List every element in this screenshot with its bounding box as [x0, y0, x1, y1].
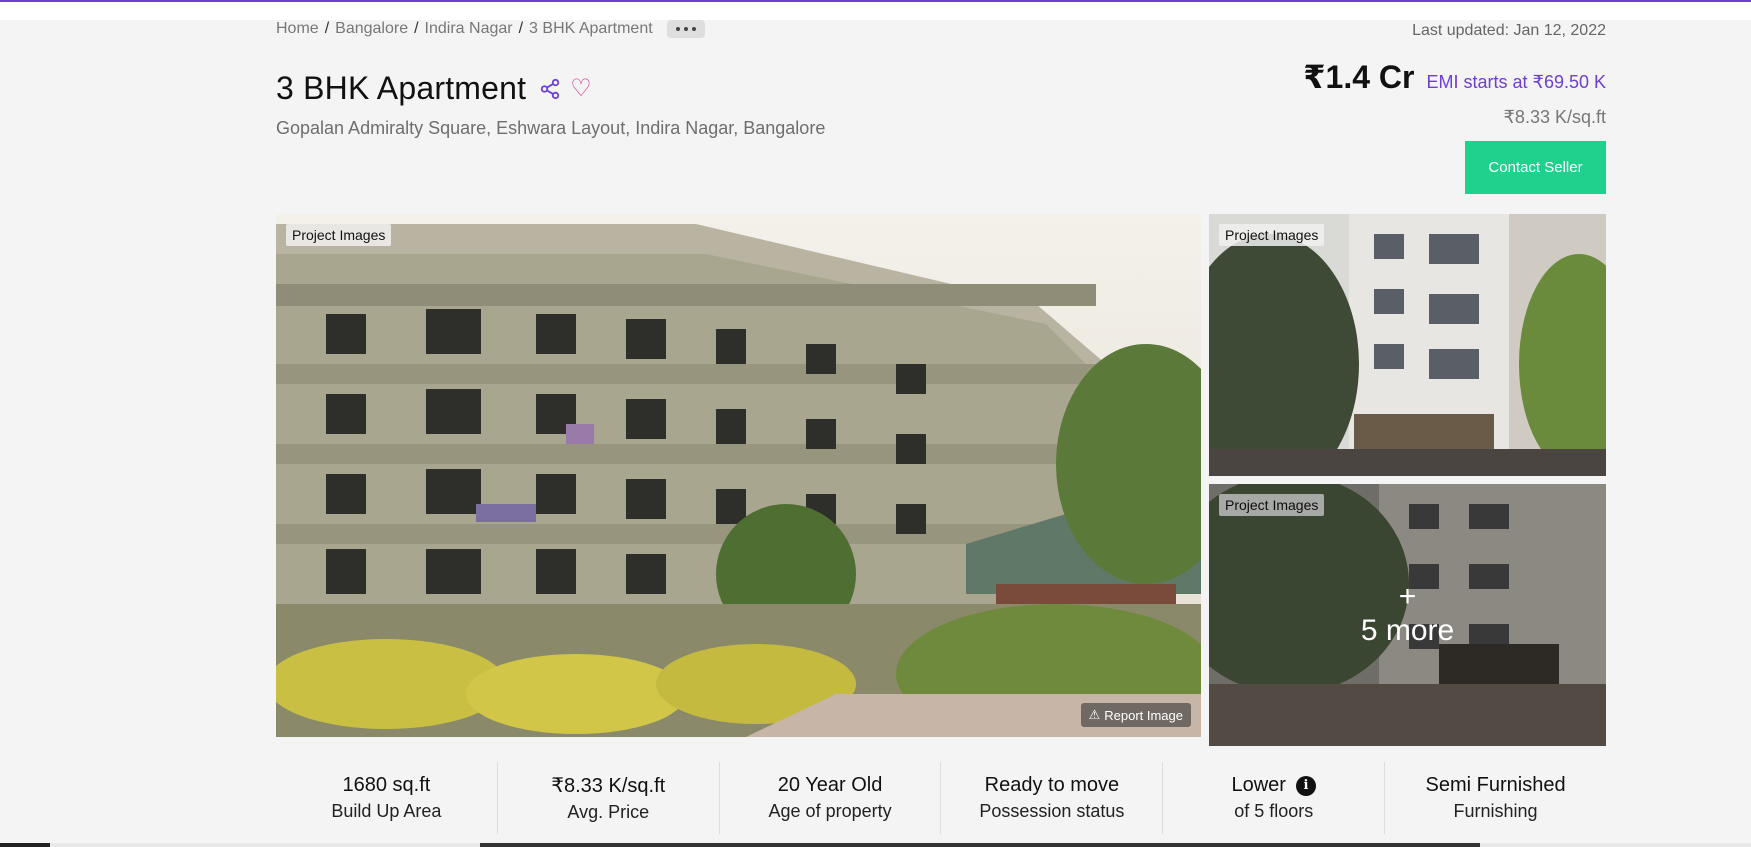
contact-seller-button[interactable]: Contact Seller — [1465, 141, 1606, 194]
stat-floor: Lower i of 5 floors — [1163, 762, 1386, 834]
stat-age-of-property: 20 Year Old Age of property — [720, 762, 942, 834]
breadcrumb-locality[interactable]: Indira Nagar — [425, 20, 513, 38]
more-images-count: 5 more — [1360, 614, 1455, 647]
breadcrumb-current[interactable]: 3 BHK Apartment — [529, 20, 653, 38]
main-project-image[interactable]: Project Images ⚠ Report Image — [276, 214, 1201, 737]
stat-label: Build Up Area — [331, 801, 442, 821]
stat-value-row: Lower i — [1231, 774, 1316, 797]
project-images-label: Project Images — [286, 224, 392, 246]
title-row: 3 BHK Apartment ♡ — [276, 70, 592, 107]
stat-furnishing: Semi Furnished Furnishing — [1385, 762, 1606, 834]
side-project-image-2[interactable]: Project Images + 5 more — [1209, 484, 1606, 746]
report-image-label: Report Image — [1104, 707, 1183, 723]
property-address: Gopalan Admiralty Square, Eshwara Layout… — [276, 118, 826, 138]
emi-link[interactable]: EMI starts at ₹69.50 K — [1426, 72, 1606, 93]
project-images-label: Project Images — [1219, 224, 1325, 246]
stat-possession-status: Ready to move Possession status — [941, 762, 1164, 834]
price-row: ₹1.4 Cr EMI starts at ₹69.50 K — [1303, 58, 1606, 96]
listing-container: Home / Bangalore / Indira Nagar / 3 BHK … — [276, 0, 1606, 847]
breadcrumb: Home / Bangalore / Indira Nagar / 3 BHK … — [276, 20, 705, 38]
breadcrumb-separator: / — [324, 20, 330, 37]
stat-build-up-area: 1680 sq.ft Build Up Area — [276, 762, 498, 834]
report-image-button[interactable]: ⚠ Report Image — [1080, 703, 1191, 727]
bottom-strip-segment — [480, 843, 1480, 847]
page-title: 3 BHK Apartment — [276, 70, 527, 106]
warning-icon: ⚠ — [1088, 707, 1101, 722]
stat-label: Possession status — [979, 801, 1125, 821]
property-price: ₹1.4 Cr — [1303, 59, 1415, 95]
stat-value: 1680 sq.ft — [342, 774, 431, 796]
bottom-strip-segment — [0, 843, 50, 847]
breadcrumb-separator: / — [518, 20, 524, 37]
stat-value: Semi Furnished — [1425, 774, 1566, 796]
price-per-sqft: ₹8.33 K/sq.ft — [1503, 107, 1606, 127]
side-project-image-1[interactable]: Project Images — [1209, 214, 1606, 476]
stat-label: Age of property — [768, 801, 892, 821]
more-images-overlay[interactable]: + 5 more — [1209, 484, 1606, 746]
last-updated-text: Last updated: Jan 12, 2022 — [1412, 22, 1606, 39]
stat-label: of 5 floors — [1234, 801, 1314, 821]
plus-icon: + — [1398, 580, 1417, 613]
info-icon[interactable]: i — [1295, 775, 1316, 796]
stat-label: Avg. Price — [567, 802, 650, 822]
breadcrumb-city[interactable]: Bangalore — [335, 20, 408, 38]
stat-label: Furnishing — [1453, 801, 1538, 821]
bottom-scroll-strip — [0, 843, 1751, 847]
stat-value: 20 Year Old — [777, 774, 883, 796]
share-icon[interactable] — [538, 77, 562, 101]
stat-value: ₹8.33 K/sq.ft — [551, 775, 666, 797]
breadcrumb-separator: / — [414, 20, 419, 37]
stat-value: Ready to move — [984, 774, 1120, 796]
stat-value: Lower — [1231, 774, 1286, 796]
breadcrumb-home[interactable]: Home — [276, 20, 319, 38]
more-dots-icon[interactable] — [666, 20, 705, 38]
property-stats: 1680 sq.ft Build Up Area ₹8.33 K/sq.ft A… — [276, 762, 1606, 834]
heart-icon[interactable]: ♡ — [570, 76, 592, 101]
building-photo — [1209, 214, 1606, 476]
building-photo — [276, 214, 1201, 737]
stat-avg-price: ₹8.33 K/sq.ft Avg. Price — [498, 762, 720, 834]
